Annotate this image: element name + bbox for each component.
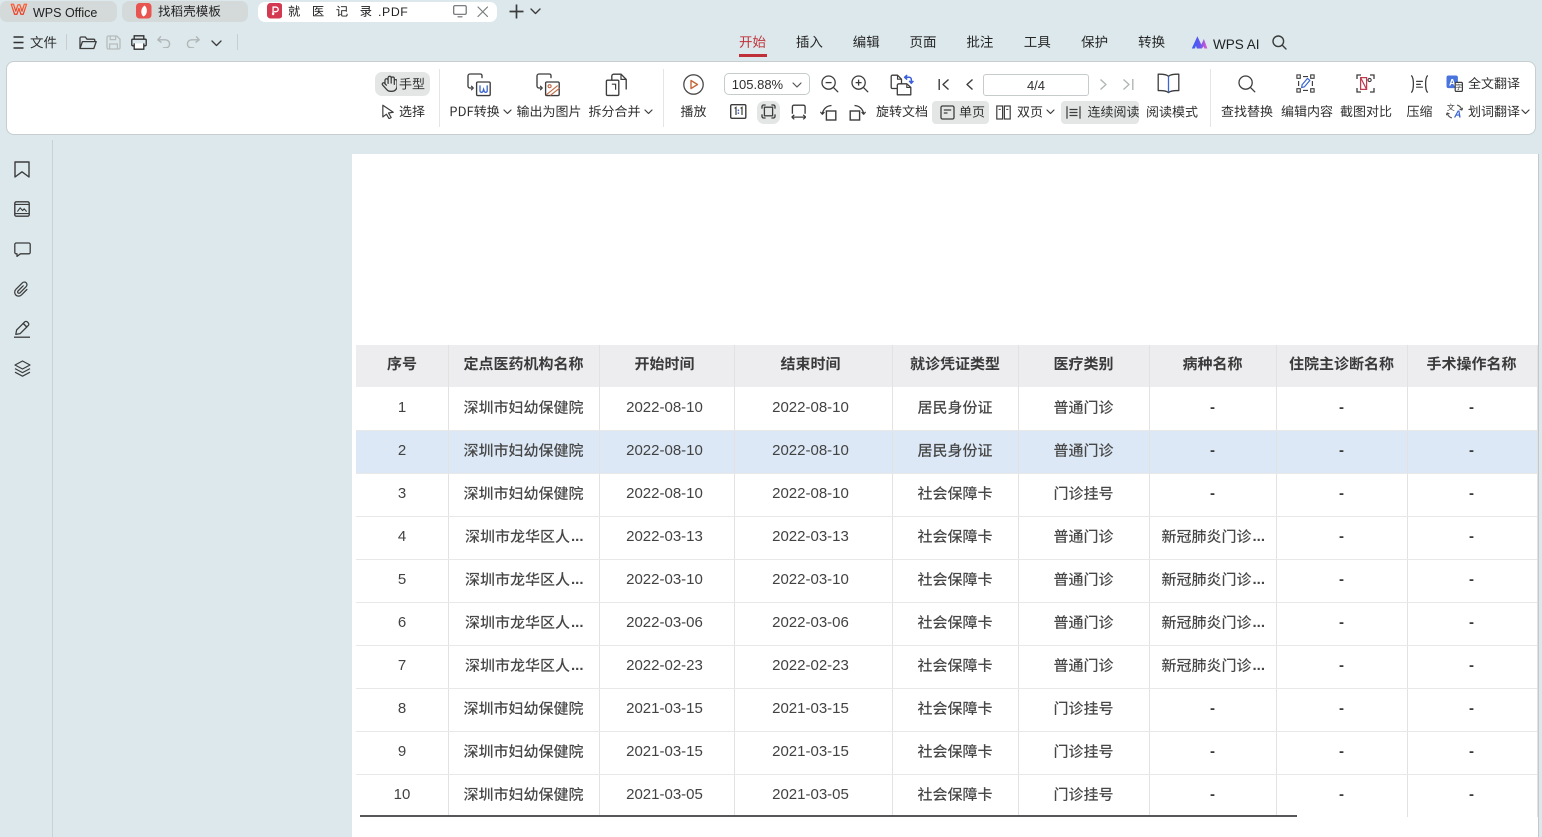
svg-text:A: A [1453, 110, 1461, 120]
